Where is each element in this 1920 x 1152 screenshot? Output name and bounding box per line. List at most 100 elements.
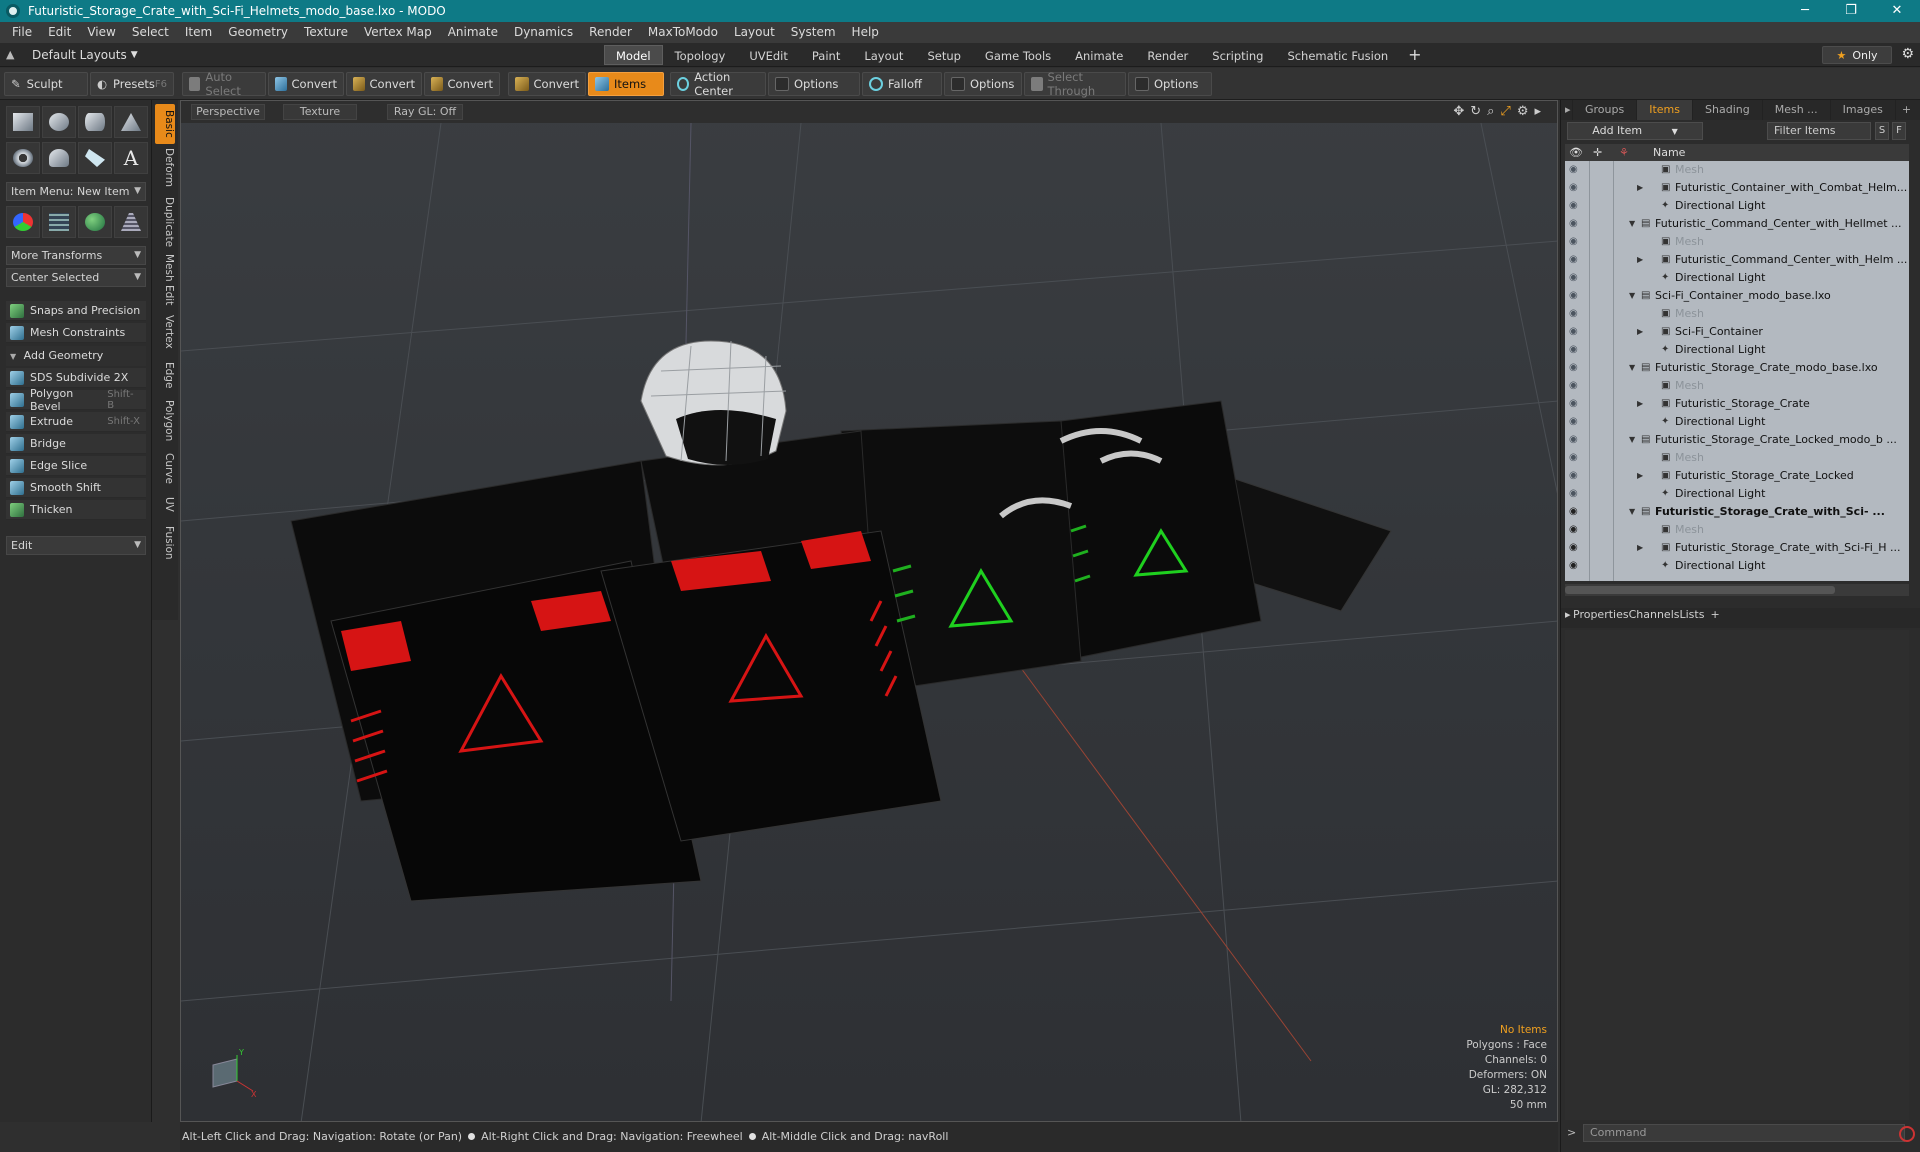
tree-row[interactable]: ◉ ✦ Directional Light	[1565, 197, 1909, 215]
vtab-fusion[interactable]: Fusion	[155, 522, 175, 564]
torus-primitive-button[interactable]	[6, 142, 40, 174]
collapse-arrow-icon[interactable]: ▼	[1629, 431, 1635, 449]
visibility-column-icon[interactable]: 👁	[1569, 144, 1583, 161]
tree-row[interactable]: ◉ ▶ ▣ Futuristic_Storage_Crate	[1565, 395, 1909, 413]
menu-dynamics[interactable]: Dynamics	[506, 22, 581, 43]
tree-row[interactable]: ◉ ▼ ▤ Futuristic_Storage_Crate_Locked_modo_…	[1565, 431, 1909, 449]
select-options-button[interactable]: Options	[1128, 72, 1212, 96]
bridge-button[interactable]: Bridge	[6, 434, 146, 454]
convert-button-4[interactable]: Convert	[508, 72, 586, 96]
menu-texture[interactable]: Texture	[296, 22, 356, 43]
text-tool-button[interactable]: A	[114, 142, 148, 174]
tab-topology[interactable]: Topology	[662, 45, 738, 65]
menu-item[interactable]: Item	[177, 22, 220, 43]
visibility-eye-icon[interactable]: ◉	[1569, 326, 1581, 338]
tab-setup[interactable]: Setup	[915, 45, 973, 65]
convert-button-2[interactable]: Convert	[346, 72, 422, 96]
expand-arrow-icon[interactable]: ▶	[1637, 251, 1643, 269]
cylinder-primitive-button[interactable]	[78, 106, 112, 138]
tree-row[interactable]: ◉ ✦ Directional Light	[1565, 341, 1909, 359]
snaps-and-precision-button[interactable]: Snaps and Precision	[6, 301, 146, 321]
viewport-settings-icon[interactable]: ⚙	[1517, 104, 1529, 119]
visibility-eye-icon[interactable]: ◉	[1569, 344, 1581, 356]
visibility-eye-icon[interactable]: ◉	[1569, 542, 1581, 554]
menu-geometry[interactable]: Geometry	[220, 22, 296, 43]
tree-row[interactable]: ◉ ▣ Mesh	[1565, 161, 1909, 179]
perspective-view-button[interactable]: Perspective	[191, 104, 265, 120]
more-transforms-dropdown[interactable]: More Transforms ▼	[6, 246, 146, 265]
filter-s-button[interactable]: S	[1875, 122, 1889, 140]
tab-channels[interactable]: Channels	[1629, 608, 1680, 628]
tree-horizontal-scrollbar[interactable]	[1565, 584, 1909, 596]
rotate-icon[interactable]: ↻	[1470, 104, 1481, 119]
menu-select[interactable]: Select	[124, 22, 177, 43]
add-tab-icon[interactable]: +	[1896, 100, 1917, 120]
visibility-eye-icon[interactable]: ◉	[1569, 272, 1581, 284]
vtab-deform[interactable]: Deform	[155, 148, 175, 188]
visibility-eye-icon[interactable]: ◉	[1569, 182, 1581, 194]
tab-game-tools[interactable]: Game Tools	[972, 45, 1064, 65]
vtab-vertex[interactable]: Vertex	[155, 312, 175, 352]
center-selected-dropdown[interactable]: Center Selected ▼	[6, 268, 146, 287]
tab-items[interactable]: Items	[1637, 100, 1694, 120]
pan-icon[interactable]: ✥	[1453, 104, 1464, 119]
add-tab-icon[interactable]: +	[1400, 45, 1429, 65]
close-button[interactable]: ✕	[1874, 0, 1920, 22]
mesh-constraints-button[interactable]: Mesh Constraints	[6, 323, 146, 343]
fit-icon[interactable]: ⤢	[1500, 104, 1510, 119]
visibility-eye-icon[interactable]: ◉	[1569, 524, 1581, 536]
tree-row[interactable]: ◉ ▶ ▣ Futuristic_Container_with_Combat_Helm…	[1565, 179, 1909, 197]
menu-edit[interactable]: Edit	[40, 22, 79, 43]
tab-paint[interactable]: Paint	[799, 45, 853, 65]
only-button[interactable]: ★ Only	[1822, 46, 1892, 64]
items-tree[interactable]: ◉ ▣ Mesh ◉ ▶ ▣ Futuristic_Container_with_Comba…	[1565, 161, 1909, 581]
texture-shading-button[interactable]: Texture	[283, 104, 357, 120]
pen-tool-button[interactable]	[78, 142, 112, 174]
panel-menu-icon[interactable]: ▸	[1561, 608, 1573, 628]
tree-row[interactable]: ◉ ▣ Mesh	[1565, 377, 1909, 395]
edge-slice-button[interactable]: Edge Slice	[6, 456, 146, 476]
visibility-eye-icon[interactable]: ◉	[1569, 560, 1581, 572]
vtab-edge[interactable]: Edge	[155, 358, 175, 392]
capsule-primitive-button[interactable]	[42, 142, 76, 174]
visibility-eye-icon[interactable]: ◉	[1569, 236, 1581, 248]
menu-layout[interactable]: Layout	[726, 22, 783, 43]
cube-primitive-button[interactable]	[6, 106, 40, 138]
vtab-basic[interactable]: Basic	[155, 104, 175, 144]
select-through-button[interactable]: Select Through	[1024, 70, 1126, 98]
convert-button-1[interactable]: Convert	[268, 72, 344, 96]
presets-button[interactable]: ◐ Presets F6	[90, 72, 174, 96]
cone-primitive-button[interactable]	[114, 106, 148, 138]
tree-row[interactable]: ◉ ▼ ▤ Futuristic_Command_Center_with_Hellme…	[1565, 215, 1909, 233]
expand-arrow-icon[interactable]: ▶	[1637, 539, 1643, 557]
sphere-primitive-button[interactable]	[42, 106, 76, 138]
tree-row[interactable]: ◉ ▶ ▣ Sci-Fi_Container	[1565, 323, 1909, 341]
tab-images[interactable]: Images	[1831, 100, 1896, 120]
tab-animate[interactable]: Animate	[1063, 45, 1136, 65]
tab-mesh[interactable]: Mesh ...	[1763, 100, 1831, 120]
add-item-dropdown[interactable]: Add Item ▼	[1567, 122, 1703, 140]
visibility-eye-icon[interactable]: ◉	[1569, 164, 1581, 176]
ruler-button[interactable]	[114, 206, 148, 238]
visibility-eye-icon[interactable]: ◉	[1569, 506, 1581, 518]
collapse-arrow-icon[interactable]: ▼	[1629, 287, 1635, 305]
visibility-eye-icon[interactable]: ◉	[1569, 218, 1581, 230]
menu-system[interactable]: System	[783, 22, 844, 43]
tree-row[interactable]: ◉ ▣ Mesh	[1565, 233, 1909, 251]
filter-items-input[interactable]: Filter Items	[1767, 122, 1871, 140]
edit-dropdown[interactable]: Edit ▼	[6, 536, 146, 555]
tree-row[interactable]: ◉ ✦ Directional Light	[1565, 269, 1909, 287]
tree-row[interactable]: ◉ ▼ ▤ Futuristic_Storage_Crate_modo_base.lx…	[1565, 359, 1909, 377]
tab-schematic-fusion[interactable]: Schematic Fusion	[1275, 45, 1401, 65]
globe-button[interactable]	[78, 206, 112, 238]
menu-view[interactable]: View	[79, 22, 123, 43]
menu-help[interactable]: Help	[844, 22, 887, 43]
visibility-eye-icon[interactable]: ◉	[1569, 308, 1581, 320]
lock-column-icon[interactable]: ⚘	[1619, 144, 1629, 161]
gear-icon[interactable]: ⚙	[1901, 46, 1914, 62]
filter-f-button[interactable]: F	[1892, 122, 1906, 140]
auto-select-button[interactable]: Auto Select	[182, 70, 266, 98]
item-menu-dropdown[interactable]: Item Menu: New Item ▼	[6, 182, 146, 201]
sds-subdivide-button[interactable]: SDS Subdivide 2X	[6, 368, 146, 388]
tab-render[interactable]: Render	[1135, 45, 1201, 65]
